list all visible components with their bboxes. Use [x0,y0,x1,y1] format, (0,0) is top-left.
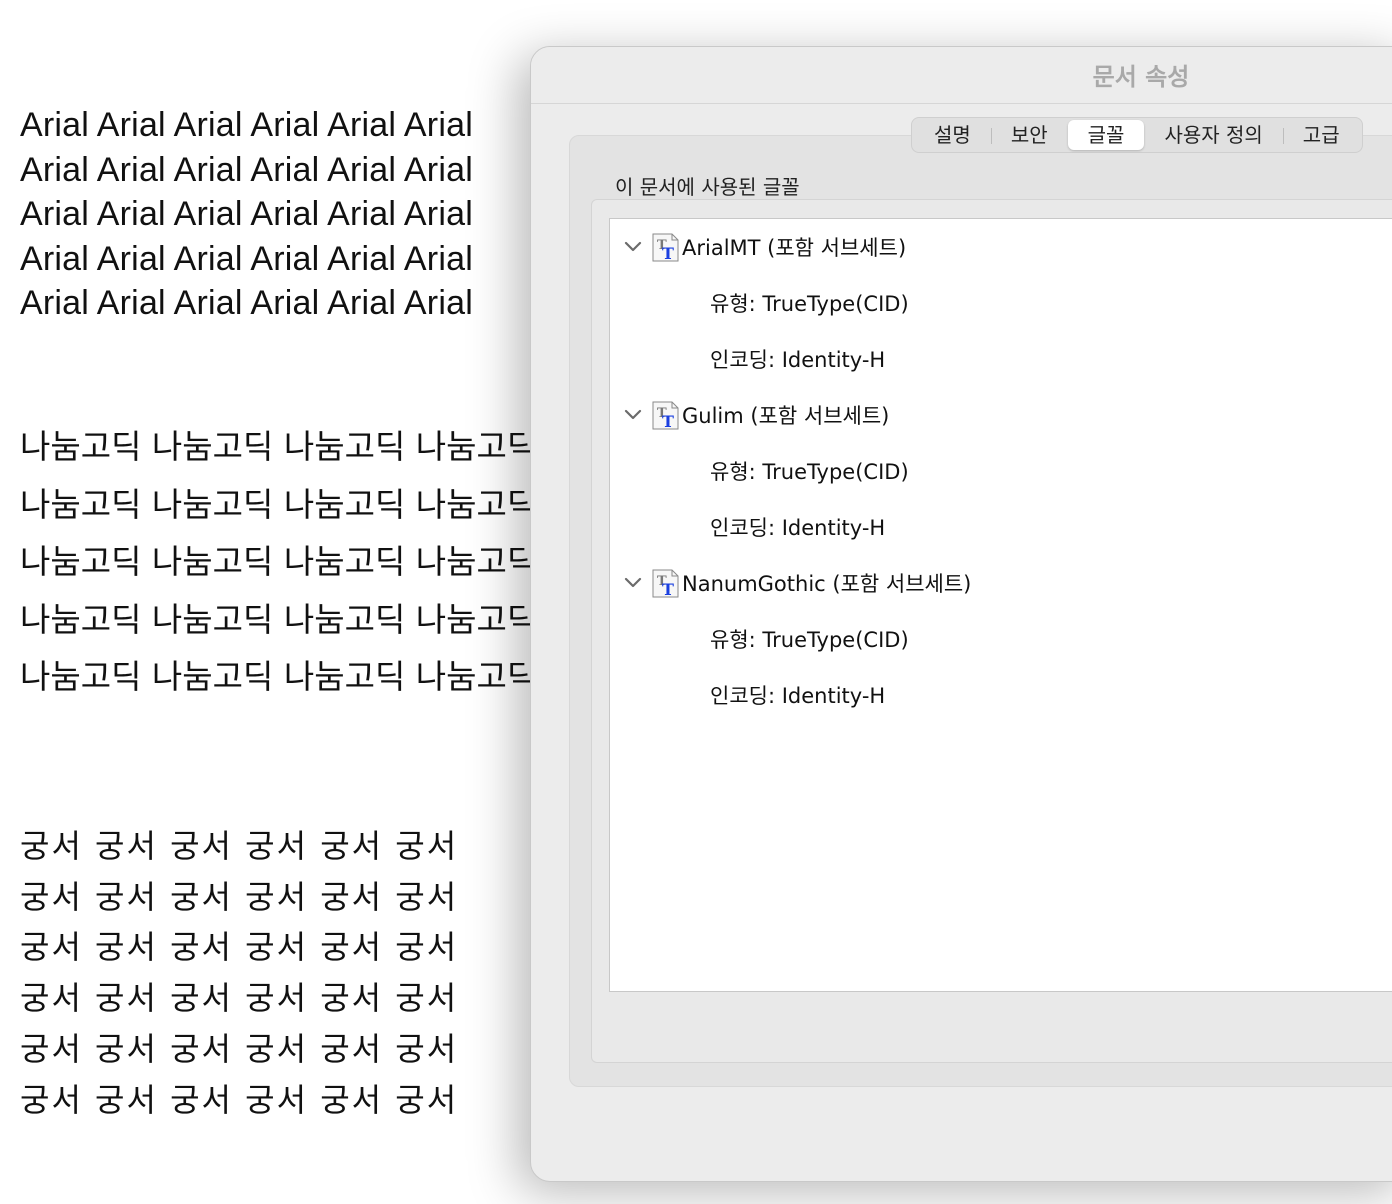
nanum-line: 나눔고딕 나눔고딕 나눔고딕 나눔고딕 [20,427,538,466]
tab-bar: 설명 보안 글꼴 사용자 정의 고급 [911,117,1363,153]
arial-line: Arial Arial Arial Arial Arial Arial [20,239,473,278]
font-name: ArialMT (포함 서브세트) [682,236,907,260]
gung-line: 궁서 궁서 궁서 궁서 궁서 궁서 [20,827,459,865]
chevron-down-icon[interactable] [616,563,650,603]
svg-text:T: T [662,412,674,430]
font-name: Gulim (포함 서브세트) [682,404,890,428]
font-encoding-detail: 인코딩: Identity-H [710,516,886,540]
arial-line: Arial Arial Arial Arial Arial Arial [20,150,473,189]
font-entry[interactable]: T T NanumGothic (포함 서브세트) [610,563,971,603]
nanum-line: 나눔고딕 나눔고딕 나눔고딕 나눔고딕 [20,484,538,524]
chevron-down-icon[interactable] [616,395,650,435]
tab-3[interactable]: 사용자 정의 [1144,120,1282,150]
font-type-detail: 유형: TrueType(CID) [710,460,909,484]
arial-line: Arial Arial Arial Arial Arial Arial [20,284,473,322]
font-file-icon: TT [650,232,680,263]
gung-line: 궁서 궁서 궁서 궁서 궁서 궁서 [20,877,459,916]
tab-0[interactable]: 설명 [914,120,991,150]
gung-line: 궁서 궁서 궁서 궁서 궁서 궁서 [20,1029,459,1068]
font-type-detail: 유형: TrueType(CID) [710,628,909,652]
document-properties-dialog: 문서 속성 설명 보안 글꼴 사용자 정의 고급 이 문서에 사용된 글꼴 T T Aria… [530,46,1392,1182]
gung-line: 궁서 궁서 궁서 궁서 궁서 궁서 [20,979,459,1018]
chevron-down-icon[interactable] [616,227,650,267]
font-encoding-detail: 인코딩: Identity-H [710,348,886,372]
tab-2[interactable]: 글꼴 [1067,120,1145,150]
font-entry[interactable]: T T ArialMT (포함 서브세트) [610,227,906,267]
font-file-icon: TT [650,568,680,599]
svg-text:T: T [662,580,674,598]
gung-line: 궁서 궁서 궁서 궁서 궁서 궁서 [20,1080,459,1119]
fonts-section-label: 이 문서에 사용된 글꼴 [615,175,800,199]
dialog-title: 문서 속성 [1092,63,1190,91]
font-file-icon: TT [650,400,680,431]
svg-text:T: T [662,244,674,262]
tab-1[interactable]: 보안 [990,120,1068,150]
font-encoding-detail: 인코딩: Identity-H [710,684,886,708]
font-list[interactable]: T T ArialMT (포함 서브세트) 유형: TrueType(CID) 인코딩:… [609,218,1392,992]
nanum-line: 나눔고딕 나눔고딕 나눔고딕 나눔고딕 [20,599,538,639]
nanum-line: 나눔고딕 나눔고딕 나눔고딕 나눔고딕 [20,657,538,696]
font-type-detail: 유형: TrueType(CID) [710,292,909,316]
gung-line: 궁서 궁서 궁서 궁서 궁서 궁서 [20,928,459,967]
tab-4[interactable]: 고급 [1282,120,1360,150]
font-name: NanumGothic (포함 서브세트) [682,572,972,596]
font-entry[interactable]: T T Gulim (포함 서브세트) [610,395,889,435]
nanum-line: 나눔고딕 나눔고딕 나눔고딕 나눔고딕 [20,542,538,581]
arial-line: Arial Arial Arial Arial Arial Arial [20,106,473,144]
arial-line: Arial Arial Arial Arial Arial Arial [20,195,473,233]
title-bar[interactable]: 문서 속성 [531,47,1392,104]
